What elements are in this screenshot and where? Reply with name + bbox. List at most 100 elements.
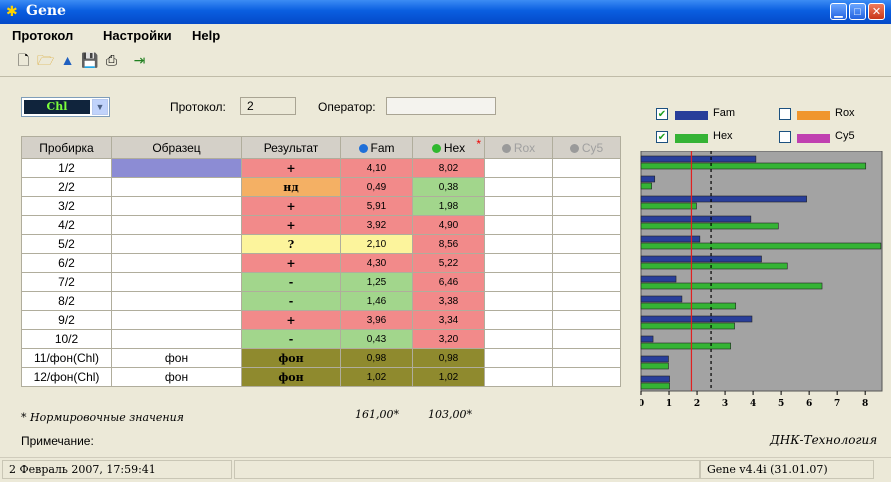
print-icon[interactable]: ⎙ [103, 52, 120, 69]
table-row[interactable]: 7/2 -1,25 6,46 [21, 272, 621, 292]
tube-cell[interactable]: 12/фон(Chl) [21, 367, 112, 387]
hex-cell[interactable]: 4,90 [412, 215, 485, 235]
tube-cell[interactable]: 7/2 [21, 272, 112, 292]
sample-cell[interactable]: фон [111, 367, 242, 387]
menu-protocol[interactable]: Протокол [12, 28, 73, 43]
protocol-field[interactable]: 2 [240, 97, 296, 115]
result-cell[interactable]: фон [241, 367, 341, 387]
sample-cell[interactable] [111, 291, 242, 311]
sample-cell[interactable]: фон [111, 348, 242, 368]
hex-cell[interactable]: 1,02 [412, 367, 485, 387]
hex-cell[interactable]: 6,46 [412, 272, 485, 292]
table-row[interactable]: 12/фон(Chl) фон фон 1,02 1,02 [21, 367, 621, 387]
hex-cell[interactable]: 8,02 [412, 158, 485, 178]
minimize-button[interactable]: ▁ [830, 3, 847, 20]
sample-cell[interactable] [111, 272, 242, 292]
result-cell[interactable]: - [241, 329, 341, 349]
channel-select[interactable]: Chl ▼ [21, 97, 110, 117]
cy5-cell[interactable] [552, 310, 621, 330]
rox-cell[interactable] [484, 234, 553, 254]
rox-checkbox[interactable] [779, 108, 791, 120]
fam-cell[interactable]: 1,25 [340, 272, 413, 292]
tube-cell[interactable]: 4/2 [21, 215, 112, 235]
tube-cell[interactable]: 3/2 [21, 196, 112, 216]
rox-cell[interactable] [484, 177, 553, 197]
fam-checkbox[interactable]: ✔ [656, 108, 668, 120]
column-header-sample[interactable]: Образец [111, 136, 242, 159]
fam-cell[interactable]: 3,96 [340, 310, 413, 330]
hex-cell[interactable]: 3,20 [412, 329, 485, 349]
fam-cell[interactable]: 1,46 [340, 291, 413, 311]
chevron-down-icon[interactable]: ▼ [92, 99, 108, 115]
column-header-hex[interactable]: Hex * [412, 136, 485, 159]
menu-help[interactable]: Help [192, 28, 220, 43]
sample-cell[interactable] [111, 253, 242, 273]
chart-icon[interactable]: ▲ [59, 52, 76, 69]
rox-cell[interactable] [484, 291, 553, 311]
hex-cell[interactable]: 8,56 [412, 234, 485, 254]
sample-cell[interactable] [111, 196, 242, 216]
sample-cell[interactable] [111, 158, 242, 178]
sample-cell[interactable] [111, 234, 242, 254]
sample-cell[interactable] [111, 215, 242, 235]
table-row[interactable]: 9/2 +3,96 3,34 [21, 310, 621, 330]
rox-cell[interactable] [484, 158, 553, 178]
table-row[interactable]: 6/2 +4,30 5,22 [21, 253, 621, 273]
hex-cell[interactable]: 1,98 [412, 196, 485, 216]
fam-cell[interactable]: 4,10 [340, 158, 413, 178]
save-icon[interactable]: 💾 [81, 52, 98, 69]
maximize-button[interactable]: □ [849, 3, 866, 20]
result-cell[interactable]: ? [241, 234, 341, 254]
hex-cell[interactable]: 5,22 [412, 253, 485, 273]
tube-cell[interactable]: 5/2 [21, 234, 112, 254]
column-header-rox[interactable]: Rox [484, 136, 553, 159]
menu-settings[interactable]: Настройки [103, 28, 172, 43]
cy5-cell[interactable] [552, 348, 621, 368]
result-cell[interactable]: фон [241, 348, 341, 368]
result-cell[interactable]: + [241, 253, 341, 273]
hex-cell[interactable]: 3,38 [412, 291, 485, 311]
cy5-cell[interactable] [552, 329, 621, 349]
tube-cell[interactable]: 1/2 [21, 158, 112, 178]
fam-cell[interactable]: 4,30 [340, 253, 413, 273]
hex-cell[interactable]: 3,34 [412, 310, 485, 330]
fam-cell[interactable]: 3,92 [340, 215, 413, 235]
table-row[interactable]: 2/2 нд 0,49 0,38 [21, 177, 621, 197]
table-row[interactable]: 10/2 -0,43 3,20 [21, 329, 621, 349]
rox-cell[interactable] [484, 272, 553, 292]
hex-cell[interactable]: 0,38 [412, 177, 485, 197]
cy5-cell[interactable] [552, 234, 621, 254]
table-row[interactable]: 5/2? 2,10 8,56 [21, 234, 621, 254]
result-cell[interactable]: - [241, 291, 341, 311]
sample-cell[interactable] [111, 310, 242, 330]
cy5-cell[interactable] [552, 253, 621, 273]
cy5-cell[interactable] [552, 177, 621, 197]
result-cell[interactable]: + [241, 196, 341, 216]
table-row[interactable]: 4/2 +3,92 4,90 [21, 215, 621, 235]
exit-icon[interactable]: ⇥ [131, 52, 148, 69]
table-row[interactable]: 1/2 +4,10 8,02 [21, 158, 621, 178]
result-cell[interactable]: + [241, 310, 341, 330]
table-row[interactable]: 11/фон(Chl) фон фон 0,98 0,98 [21, 348, 621, 368]
rox-cell[interactable] [484, 215, 553, 235]
sample-cell[interactable] [111, 177, 242, 197]
rox-cell[interactable] [484, 196, 553, 216]
fam-cell[interactable]: 0,98 [340, 348, 413, 368]
rox-cell[interactable] [484, 329, 553, 349]
cy5-cell[interactable] [552, 367, 621, 387]
column-header-cy5[interactable]: Cy5 [552, 136, 621, 159]
tube-cell[interactable]: 10/2 [21, 329, 112, 349]
fam-cell[interactable]: 0,49 [340, 177, 413, 197]
fam-cell[interactable]: 0,43 [340, 329, 413, 349]
tube-cell[interactable]: 8/2 [21, 291, 112, 311]
new-file-icon[interactable]: 🗋 [15, 52, 32, 69]
column-header-fam[interactable]: Fam [340, 136, 413, 159]
hex-checkbox[interactable]: ✔ [656, 131, 668, 143]
rox-cell[interactable] [484, 253, 553, 273]
fam-cell[interactable]: 2,10 [340, 234, 413, 254]
fam-cell[interactable]: 1,02 [340, 367, 413, 387]
cy5-cell[interactable] [552, 158, 621, 178]
open-folder-icon[interactable]: 🗁 [37, 52, 54, 69]
table-row[interactable]: 3/2 +5,91 1,98 [21, 196, 621, 216]
rox-cell[interactable] [484, 348, 553, 368]
